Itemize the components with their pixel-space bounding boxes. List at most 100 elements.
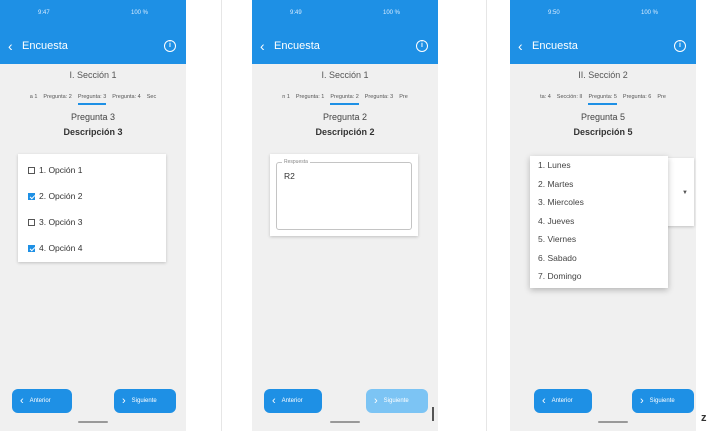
divider (486, 0, 487, 431)
app-title: Encuesta (532, 40, 578, 52)
previous-button[interactable]: ‹ Anterior (264, 389, 322, 413)
previous-label: Anterior (29, 398, 51, 404)
option-label: 3. Opción 3 (39, 217, 83, 227)
checkbox-icon[interactable] (28, 218, 35, 226)
phone-screen-1: 9:47 100 % ‹ Encuesta i I. Sección 1 a 1… (0, 0, 186, 431)
section-title: I. Sección 1 (321, 70, 369, 80)
status-battery: 100 % (130, 10, 148, 16)
tab[interactable]: Pregunta: 4 (112, 86, 140, 108)
next-label: Siguiente (383, 398, 409, 404)
gesture-bar (598, 421, 628, 423)
next-label: Siguiente (131, 398, 157, 404)
app-title: Encuesta (274, 40, 320, 52)
tab[interactable]: Sección: II (557, 86, 583, 108)
previous-label: Anterior (551, 398, 573, 404)
option-label: 1. Opción 1 (39, 165, 83, 175)
tab[interactable]: a 1 (30, 86, 38, 108)
checkbox-checked-icon[interactable] (28, 244, 35, 252)
menu-item[interactable]: 5. Viernes (530, 230, 668, 249)
status-bar: 9:47 100 % (0, 0, 186, 30)
menu-item[interactable]: 7. Domingo (530, 267, 668, 286)
next-button[interactable]: › Siguiente (632, 389, 694, 413)
app-bar: ‹ Encuesta i (252, 30, 438, 64)
tab[interactable]: Pre (657, 86, 666, 108)
info-icon[interactable]: i (416, 40, 428, 52)
chevron-left-icon: ‹ (542, 395, 546, 407)
next-button[interactable]: › Siguiente (366, 389, 428, 413)
tab[interactable]: Pregunta: 1 (296, 86, 324, 108)
question-tabs: n 1 Pregunta: 1 Pregunta: 2 Pregunta: 3 … (252, 86, 438, 108)
options-card: 1. Opción 1 2. Opción 2 3. Opción 3 4. O… (18, 154, 166, 262)
status-bar: 9:49 100 % (252, 0, 438, 30)
answer-card: Respuesta R2 (270, 154, 418, 236)
menu-item[interactable]: 3. Miercoles (530, 193, 668, 212)
info-icon[interactable]: i (674, 40, 686, 52)
tab[interactable]: Pregunta: 2 (43, 86, 71, 108)
tab-active[interactable]: Pregunta: 5 (588, 86, 618, 108)
question-title: Pregunta 5 (580, 112, 626, 122)
tab[interactable]: Sec (147, 86, 156, 108)
menu-item[interactable]: 6. Sabado (530, 249, 668, 268)
option-row[interactable]: 2. Opción 2 (18, 186, 166, 206)
status-time: 9:49 (290, 10, 302, 16)
chevron-left-icon: ‹ (272, 395, 276, 407)
back-arrow-icon[interactable]: ‹ (260, 38, 265, 54)
chevron-right-icon: › (374, 395, 378, 407)
option-label: 4. Opción 4 (39, 243, 83, 253)
info-icon[interactable]: i (164, 40, 176, 52)
answer-field-value: R2 (284, 171, 295, 181)
app-bar: ‹ Encuesta i (0, 30, 186, 64)
checkbox-icon[interactable] (28, 166, 35, 174)
menu-item[interactable]: 1. Lunes (530, 156, 668, 175)
tab-active[interactable]: Pregunta: 3 (77, 86, 107, 108)
status-time: 9:50 (548, 10, 560, 16)
tab[interactable]: Pregunta: 6 (623, 86, 651, 108)
menu-item[interactable]: 4. Jueves (530, 212, 668, 231)
dropdown-arrow-icon[interactable]: ▼ (682, 190, 688, 196)
section-title: I. Sección 1 (69, 70, 117, 80)
chevron-right-icon: › (640, 395, 644, 407)
question-description: Descripción 2 (315, 127, 375, 137)
option-row[interactable]: 3. Opción 3 (18, 212, 166, 232)
status-time: 9:47 (38, 10, 50, 16)
back-arrow-icon[interactable]: ‹ (518, 38, 523, 54)
section-title: II. Sección 2 (578, 70, 628, 80)
divider (221, 0, 222, 431)
question-tabs: ta: 4 Sección: II Pregunta: 5 Pregunta: … (510, 86, 696, 108)
next-button[interactable]: › Siguiente (114, 389, 176, 413)
question-description: Descripción 3 (63, 127, 123, 137)
gesture-bar (330, 421, 360, 423)
next-label: Siguiente (649, 398, 675, 404)
question-description: Descripción 5 (573, 127, 633, 137)
option-row[interactable]: 4. Opción 4 (18, 238, 166, 258)
previous-button[interactable]: ‹ Anterior (534, 389, 592, 413)
answer-text-field[interactable]: Respuesta R2 (276, 159, 412, 230)
question-title: Pregunta 2 (322, 112, 368, 122)
question-tabs: a 1 Pregunta: 2 Pregunta: 3 Pregunta: 4 … (0, 86, 186, 108)
app-title: Encuesta (22, 40, 68, 52)
menu-item[interactable]: 2. Martes (530, 175, 668, 194)
corner-label: z (701, 412, 707, 424)
chevron-left-icon: ‹ (20, 395, 24, 407)
tab-active[interactable]: Pregunta: 2 (330, 86, 360, 108)
previous-label: Anterior (281, 398, 303, 404)
option-label: 2. Opción 2 (39, 191, 83, 201)
status-bar: 9:50 100 % (510, 0, 696, 30)
tab[interactable]: Pregunta: 3 (365, 86, 393, 108)
status-battery: 100 % (640, 10, 658, 16)
app-bar: ‹ Encuesta i (510, 30, 696, 64)
status-battery: 100 % (382, 10, 400, 16)
back-arrow-icon[interactable]: ‹ (8, 38, 13, 54)
chevron-right-icon: › (122, 395, 126, 407)
answer-field-label: Respuesta (282, 159, 310, 165)
tab[interactable]: ta: 4 (540, 86, 551, 108)
tab[interactable]: n 1 (282, 86, 290, 108)
dropdown-menu: 1. Lunes 2. Martes 3. Miercoles 4. Jueve… (530, 156, 668, 288)
checkbox-checked-icon[interactable] (28, 192, 35, 200)
question-title: Pregunta 3 (70, 112, 116, 122)
tab[interactable]: Pre (399, 86, 408, 108)
gesture-bar (78, 421, 108, 423)
previous-button[interactable]: ‹ Anterior (12, 389, 72, 413)
text-cursor (432, 407, 434, 421)
option-row[interactable]: 1. Opción 1 (18, 160, 166, 180)
